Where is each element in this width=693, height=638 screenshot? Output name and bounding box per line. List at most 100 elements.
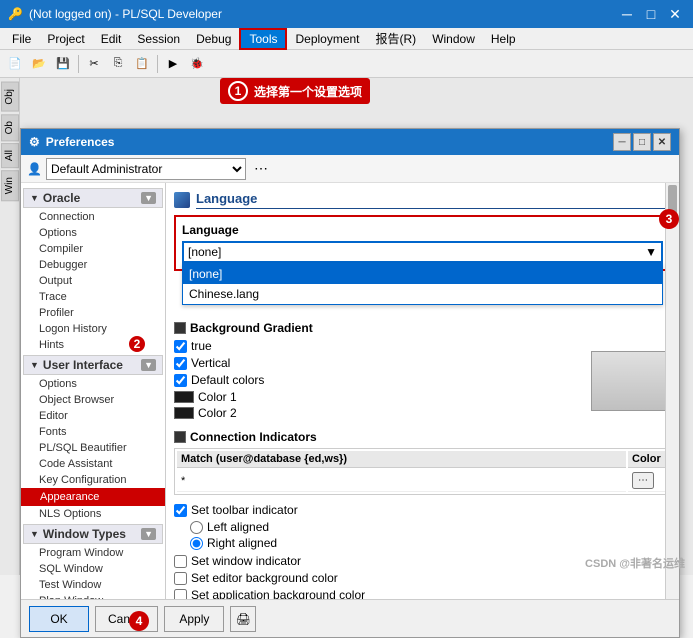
tree-editor[interactable]: Editor: [21, 408, 165, 424]
editor-bg-checkbox[interactable]: [174, 572, 187, 585]
tree-trace[interactable]: Trace: [21, 289, 165, 305]
tree-panel: ▼ Oracle ▼ Connection Options Compiler D…: [21, 183, 166, 599]
bg-gradient-header: Background Gradient: [174, 321, 671, 335]
dialog-minimize[interactable]: ─: [613, 133, 631, 151]
toolbar-sep-2: [157, 55, 158, 73]
tab-win[interactable]: Win: [1, 170, 19, 201]
tree-code-assistant[interactable]: Code Assistant: [21, 456, 165, 472]
ui-tag: ▼: [141, 359, 156, 371]
open-button[interactable]: 📂: [28, 53, 50, 75]
admin-select[interactable]: Default Administrator: [46, 158, 246, 180]
right-aligned-radio[interactable]: [190, 537, 203, 550]
preferences-dialog: ⚙ Preferences ─ □ ✕ 👤 Default Administra…: [20, 128, 680, 638]
default-colors-row: Default colors: [174, 373, 583, 387]
dialog-close[interactable]: ✕: [653, 133, 671, 151]
toolbar-indicator-checkbox[interactable]: [174, 504, 187, 517]
ui-arrow: ▼: [30, 360, 39, 370]
menu-file[interactable]: File: [4, 30, 39, 48]
language-group: Language [none] ▼ [none] Chinese.lang: [174, 215, 671, 271]
menu-help[interactable]: Help: [483, 30, 524, 48]
tree-key-config[interactable]: Key Configuration: [21, 472, 165, 488]
ui-label: User Interface: [43, 358, 123, 372]
tree-ui-header[interactable]: ▼ User Interface ▼: [23, 355, 163, 375]
copy-button[interactable]: ⎘: [107, 53, 129, 75]
save-button[interactable]: 💾: [52, 53, 74, 75]
menu-bar: File Project Edit Session Debug Tools De…: [0, 28, 693, 50]
cut-button[interactable]: ✂: [83, 53, 105, 75]
lang-dropdown-arrow: ▼: [645, 245, 657, 259]
dialog-maximize[interactable]: □: [633, 133, 651, 151]
menu-reports[interactable]: 报告(R): [368, 28, 425, 49]
tree-plsql-beautifier[interactable]: PL/SQL Beautifier: [21, 440, 165, 456]
tree-options[interactable]: Options: [21, 225, 165, 241]
tree-program-window[interactable]: Program Window: [21, 545, 165, 561]
lang-option-chinese[interactable]: Chinese.lang: [183, 284, 662, 304]
tree-connection[interactable]: Connection: [21, 209, 165, 225]
dialog-title-bar: ⚙ Preferences ─ □ ✕: [21, 129, 679, 155]
run-button[interactable]: ▶: [162, 53, 184, 75]
tree-profiler[interactable]: Profiler: [21, 305, 165, 321]
debug-button[interactable]: 🐞: [186, 53, 208, 75]
title-bar: 🔑 (Not logged on) - PL/SQL Developer ─ □…: [0, 0, 693, 28]
new-button[interactable]: 📄: [4, 53, 26, 75]
dialog-title-label: Preferences: [46, 135, 115, 149]
watermark: CSDN @非著名运维: [585, 555, 685, 571]
enabled-row: true: [174, 339, 583, 353]
lang-select-display[interactable]: [none] ▼: [182, 241, 663, 263]
ok-button[interactable]: OK: [29, 606, 89, 632]
right-aligned-row: Right aligned: [190, 536, 671, 550]
window-indicator-label: Set window indicator: [191, 554, 301, 568]
tree-debugger[interactable]: Debugger: [21, 257, 165, 273]
tree-oracle-header[interactable]: ▼ Oracle ▼: [23, 188, 163, 208]
tree-object-browser[interactable]: Object Browser: [21, 392, 165, 408]
tree-nls-options[interactable]: NLS Options: [21, 506, 165, 522]
left-aligned-radio[interactable]: [190, 521, 203, 534]
tree-window-types-header[interactable]: ▼ Window Types ▼: [23, 524, 163, 544]
app-title: (Not logged on) - PL/SQL Developer: [29, 7, 611, 21]
enabled-label: true: [191, 339, 212, 353]
apply-button[interactable]: Apply: [164, 606, 224, 632]
enabled-checkbox[interactable]: [174, 340, 187, 353]
default-colors-checkbox[interactable]: [174, 374, 187, 387]
tree-output[interactable]: Output: [21, 273, 165, 289]
tree-test-window[interactable]: Test Window: [21, 577, 165, 593]
left-aligned-label: Left aligned: [207, 520, 269, 534]
menu-edit[interactable]: Edit: [93, 30, 130, 48]
menu-project[interactable]: Project: [39, 30, 92, 48]
indicators-icon: [174, 431, 186, 443]
print-button[interactable]: 🖨: [230, 606, 256, 632]
bg-gradient-preview: [591, 351, 671, 411]
window-indicator-checkbox[interactable]: [174, 555, 187, 568]
app-bg-checkbox[interactable]: [174, 589, 187, 600]
lang-option-none[interactable]: [none]: [183, 264, 662, 284]
main-toolbar: 📄 📂 💾 ✂ ⎘ 📋 ▶ 🐞: [0, 50, 693, 78]
bg-gradient-controls: true Vertical Default colors: [174, 339, 583, 422]
maximize-button[interactable]: □: [641, 4, 661, 24]
tree-appearance[interactable]: Appearance: [21, 488, 165, 506]
content-icon: [174, 192, 190, 208]
dialog-title-text: ⚙ Preferences: [29, 135, 613, 149]
tree-fonts[interactable]: Fonts: [21, 424, 165, 440]
minimize-button[interactable]: ─: [617, 4, 637, 24]
menu-window[interactable]: Window: [424, 30, 483, 48]
close-button[interactable]: ✕: [665, 4, 685, 24]
menu-debug[interactable]: Debug: [188, 30, 239, 48]
menu-deployment[interactable]: Deployment: [287, 30, 367, 48]
lang-select-wrap: [none] ▼ [none] Chinese.lang: [182, 241, 663, 263]
tab-obj2[interactable]: Ob: [1, 114, 19, 141]
tree-logon-history[interactable]: Logon History: [21, 321, 165, 337]
toolbar-sep-1: [78, 55, 79, 73]
bg-gradient-label: Background Gradient: [190, 321, 313, 335]
tree-ui-options[interactable]: Options: [21, 376, 165, 392]
tab-obj[interactable]: Obj: [1, 82, 19, 112]
tab-all[interactable]: All: [1, 143, 19, 168]
color-picker-btn[interactable]: ⋯: [632, 472, 654, 489]
paste-button[interactable]: 📋: [131, 53, 153, 75]
indicator-match[interactable]: *: [177, 470, 626, 492]
menu-tools[interactable]: Tools: [239, 28, 287, 50]
tree-compiler[interactable]: Compiler: [21, 241, 165, 257]
more-button[interactable]: ⋯: [250, 158, 272, 180]
vertical-checkbox[interactable]: [174, 357, 187, 370]
menu-session[interactable]: Session: [129, 30, 188, 48]
scrollbar[interactable]: [665, 183, 679, 599]
